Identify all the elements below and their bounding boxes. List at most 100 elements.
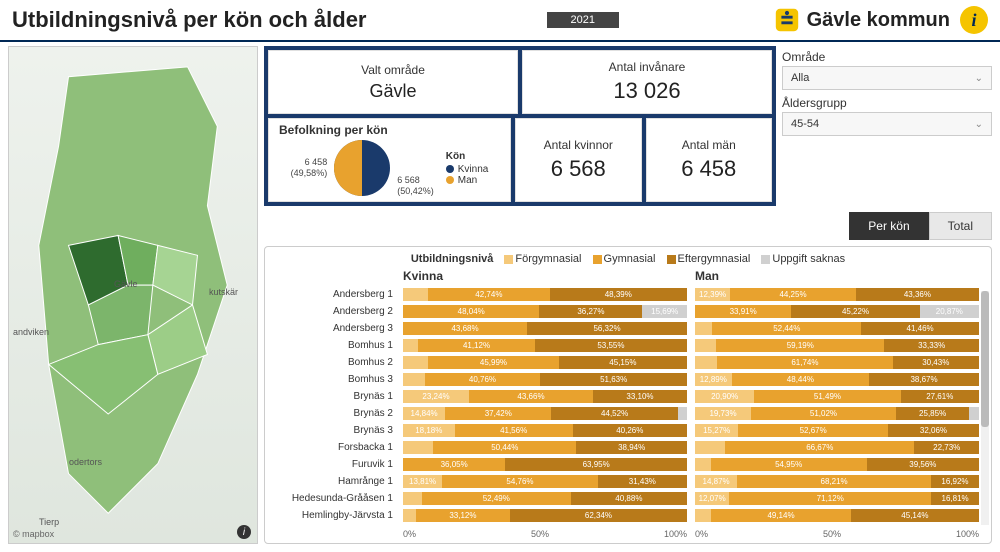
- bar-segment: 36,05%: [403, 458, 505, 471]
- card-selected-area: Valt område Gävle: [268, 50, 518, 114]
- dropdown-area[interactable]: Alla ⌄: [782, 66, 992, 90]
- stacked-bar[interactable]: 48,04%36,27%15,69%: [403, 305, 687, 318]
- stacked-bar[interactable]: 14,87%68,21%16,92%: [695, 475, 979, 488]
- stacked-bar[interactable]: 36,05%63,95%: [403, 458, 687, 471]
- scrollbar-thumb[interactable]: [981, 291, 989, 427]
- stacked-bar[interactable]: 66,67%22,73%: [695, 441, 979, 454]
- stacked-bar[interactable]: 33,91%45,22%20,87%: [695, 305, 979, 318]
- stacked-bar[interactable]: 13,81%54,76%31,43%: [403, 475, 687, 488]
- choropleth-map[interactable]: Gävle kutskär andviken odertors Tierp © …: [8, 46, 258, 544]
- bar-segment: 27,61%: [901, 390, 979, 403]
- table-row: Andersberg 343,68%56,32%52,44%41,46%: [273, 320, 983, 337]
- stacked-bar[interactable]: 45,99%45,15%: [403, 356, 687, 369]
- bar-segment: [695, 339, 716, 352]
- stacked-bar[interactable]: 52,49%40,88%: [403, 492, 687, 505]
- bar-segment: [403, 339, 418, 352]
- stacked-bar[interactable]: 54,95%39,56%: [695, 458, 979, 471]
- bar-segment: 50,44%: [433, 441, 576, 454]
- filter-age-label: Åldersgrupp: [782, 96, 992, 110]
- bar-segment: 20,87%: [920, 305, 979, 318]
- bar-segment: 19,73%: [695, 407, 751, 420]
- stacked-bar[interactable]: 61,74%30,43%: [695, 356, 979, 369]
- stacked-bar[interactable]: 33,12%62,34%: [403, 509, 687, 522]
- bar-segment: 68,21%: [737, 475, 931, 488]
- year-indicator[interactable]: 2021: [547, 12, 619, 28]
- table-row: Brynäs 214,84%37,42%44,52%19,73%51,02%25…: [273, 405, 983, 422]
- bar-segment: [678, 407, 687, 420]
- bar-segment: 33,91%: [695, 305, 791, 318]
- bar-segment: 39,56%: [867, 458, 979, 471]
- bar-segment: 33,12%: [416, 509, 510, 522]
- bar-segment: 59,19%: [716, 339, 884, 352]
- bar-segment: 15,27%: [695, 424, 738, 437]
- bar-segment: 16,81%: [931, 492, 979, 505]
- bar-segment: 32,06%: [888, 424, 979, 437]
- bar-segment: 30,43%: [893, 356, 979, 369]
- stacked-bar[interactable]: 40,76%51,63%: [403, 373, 687, 386]
- pie-legend: Kön Kvinna Man: [446, 151, 489, 186]
- row-label: Bomhus 2: [273, 357, 399, 368]
- map-info-icon[interactable]: i: [237, 525, 251, 539]
- bar-segment: 51,49%: [754, 390, 900, 403]
- row-label: Andersberg 2: [273, 306, 399, 317]
- stacked-bar[interactable]: 43,68%56,32%: [403, 322, 687, 335]
- table-row: Furuvik 136,05%63,95%54,95%39,56%: [273, 456, 983, 473]
- bar-segment: 33,33%: [884, 339, 979, 352]
- stacked-bar[interactable]: 23,24%43,66%33,10%: [403, 390, 687, 403]
- stacked-bar[interactable]: 12,07%71,12%16,81%: [695, 492, 979, 505]
- stacked-bar[interactable]: 12,39%44,25%43,36%: [695, 288, 979, 301]
- info-icon[interactable]: i: [960, 6, 988, 34]
- bar-segment: 51,63%: [540, 373, 687, 386]
- chevron-down-icon: ⌄: [975, 73, 983, 84]
- bar-segment: 22,73%: [914, 441, 979, 454]
- bar-segment: 16,92%: [931, 475, 979, 488]
- bar-segment: [695, 441, 725, 454]
- bar-segment: 54,76%: [442, 475, 598, 488]
- dropdown-age-group[interactable]: 45-54 ⌄: [782, 112, 992, 136]
- stacked-bar[interactable]: 41,12%53,55%: [403, 339, 687, 352]
- bar-segment: 38,94%: [576, 441, 687, 454]
- bar-segment: [695, 356, 717, 369]
- bar-segment: [403, 492, 422, 505]
- bar-segment: 41,46%: [861, 322, 979, 335]
- map-attribution: © mapbox: [13, 529, 54, 539]
- bar-segment: 45,99%: [428, 356, 559, 369]
- stacked-bar[interactable]: 49,14%45,14%: [695, 509, 979, 522]
- stacked-bar[interactable]: 19,73%51,02%25,85%: [695, 407, 979, 420]
- stacked-bar-chart: Utbildningsnivå Förgymnasial Gymnasial E…: [264, 246, 992, 544]
- bar-segment: [403, 441, 433, 454]
- card-women-count: Antal kvinnor 6 568: [515, 118, 642, 202]
- bar-segment: 15,69%: [642, 305, 687, 318]
- stacked-bar[interactable]: 59,19%33,33%: [695, 339, 979, 352]
- table-row: Brynäs 318,18%41,56%40,26%15,27%52,67%32…: [273, 422, 983, 439]
- bar-segment: [695, 458, 711, 471]
- stacked-bar[interactable]: 20,90%51,49%27,61%: [695, 390, 979, 403]
- chart-rows[interactable]: Andersberg 142,74%48,39%12,39%44,25%43,3…: [273, 286, 983, 527]
- bar-segment: 54,95%: [711, 458, 867, 471]
- bar-segment: [695, 509, 711, 522]
- stacked-bar[interactable]: 50,44%38,94%: [403, 441, 687, 454]
- bar-segment: 14,84%: [403, 407, 445, 420]
- stacked-bar[interactable]: 14,84%37,42%44,52%: [403, 407, 687, 420]
- bar-segment: 41,12%: [418, 339, 535, 352]
- stacked-bar[interactable]: 42,74%48,39%: [403, 288, 687, 301]
- tab-per-kon[interactable]: Per kön: [849, 212, 928, 240]
- bar-segment: 51,02%: [751, 407, 896, 420]
- stacked-bar[interactable]: 15,27%52,67%32,06%: [695, 424, 979, 437]
- bar-segment: 66,67%: [725, 441, 914, 454]
- chart-tabs: Per kön Total: [264, 212, 992, 240]
- row-label: Hamrånge 1: [273, 476, 399, 487]
- stacked-bar[interactable]: 52,44%41,46%: [695, 322, 979, 335]
- bar-segment: 38,67%: [869, 373, 979, 386]
- bar-segment: 14,87%: [695, 475, 737, 488]
- stacked-bar[interactable]: 18,18%41,56%40,26%: [403, 424, 687, 437]
- bar-segment: [403, 356, 428, 369]
- card-men-count: Antal män 6 458: [646, 118, 773, 202]
- bar-segment: 40,88%: [571, 492, 687, 505]
- chart-scrollbar[interactable]: [981, 291, 989, 525]
- bar-segment: 23,24%: [403, 390, 469, 403]
- pie-chart-icon: [333, 139, 391, 197]
- summary-cards: Valt område Gävle Antal invånare 13 026 …: [264, 46, 776, 206]
- stacked-bar[interactable]: 12,89%48,44%38,67%: [695, 373, 979, 386]
- tab-total[interactable]: Total: [929, 212, 992, 240]
